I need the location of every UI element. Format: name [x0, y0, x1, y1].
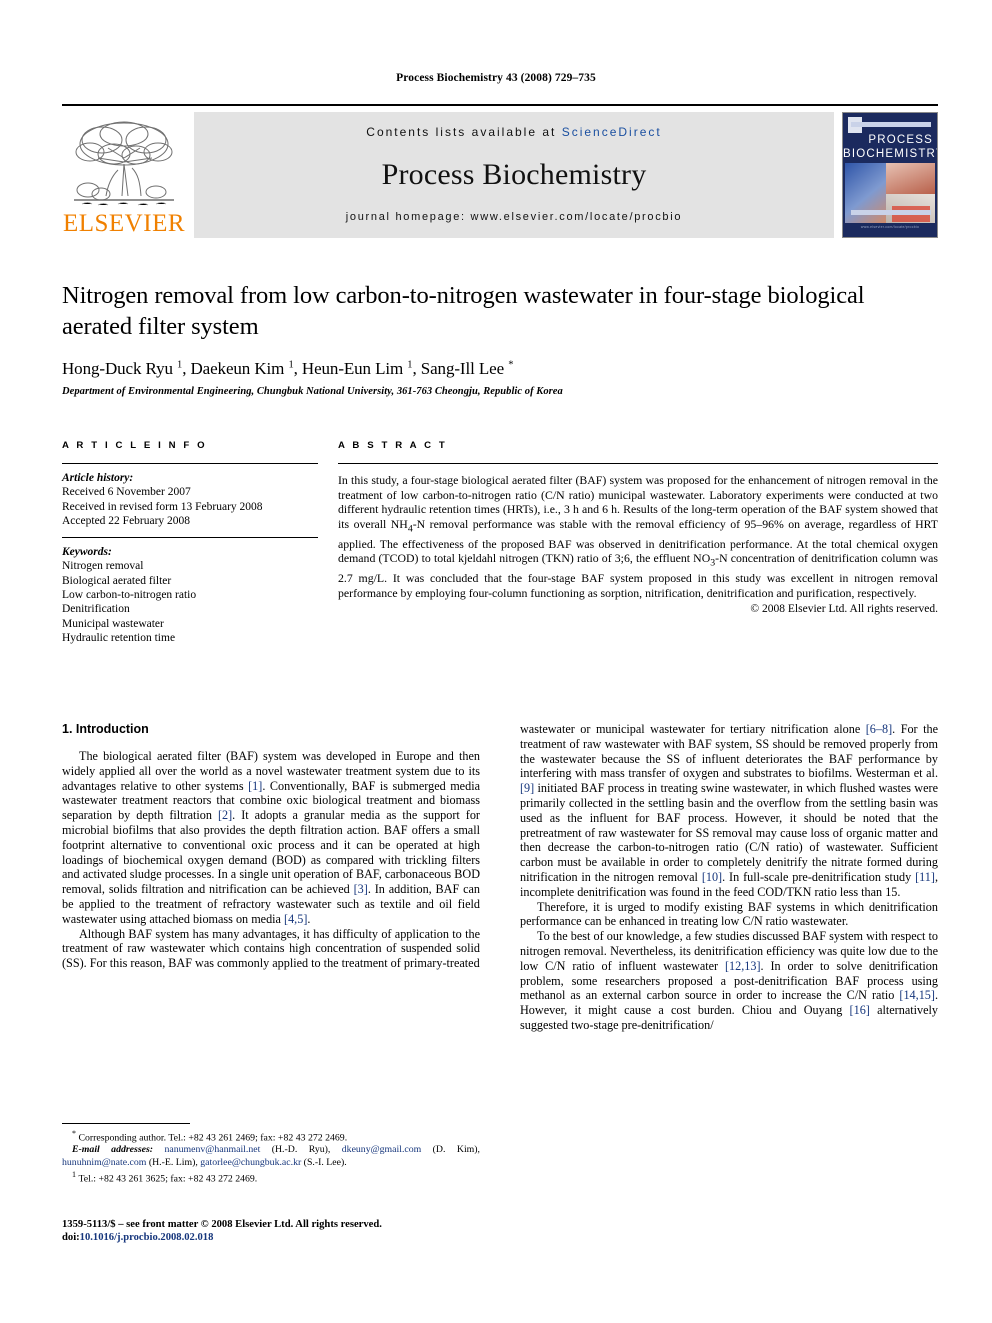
- footnote-emails: E-mail addresses: nanumenv@hanmail.net (…: [62, 1144, 480, 1168]
- sciencedirect-link[interactable]: ScienceDirect: [562, 125, 662, 139]
- journal-title: Process Biochemistry: [381, 158, 647, 191]
- cover-bar-bottom: [851, 210, 931, 215]
- elsevier-wordmark: ELSEVIER: [62, 210, 186, 237]
- title-block: Nitrogen removal from low carbon-to-nitr…: [62, 280, 938, 397]
- section-title-introduction: 1. Introduction: [62, 722, 149, 736]
- body-paragraph: The biological aerated filter (BAF) syst…: [62, 749, 481, 926]
- body-paragraph: Although BAF system has many advantages,…: [62, 926, 480, 971]
- frontmatter-block: 1359-5113/$ – see front matter © 2008 El…: [62, 1218, 582, 1245]
- body-column-right: wastewater or municipal wastewater for t…: [520, 722, 938, 1033]
- cover-title-line1: PROCESS: [868, 134, 933, 146]
- elsevier-tree-icon: [74, 121, 174, 206]
- abstract-column: A B S T R A C T In this study, a four-st…: [338, 440, 938, 654]
- footnote-rule: [62, 1123, 190, 1124]
- contents-prefix: Contents lists available at: [366, 125, 562, 139]
- abstract-text: In this study, a four-stage biological a…: [338, 473, 938, 600]
- body-paragraph: To the best of our knowledge, a few stud…: [520, 929, 938, 1032]
- contents-available-line: Contents lists available at ScienceDirec…: [366, 125, 661, 139]
- article-info-column: A R T I C L E I N F O Article history: R…: [62, 440, 318, 654]
- journal-homepage-link[interactable]: journal homepage: www.elsevier.com/locat…: [346, 211, 682, 223]
- abstract-copyright: © 2008 Elsevier Ltd. All rights reserved…: [750, 603, 938, 616]
- cover-footer-text: www.elsevier.com/locate/procbio: [860, 225, 920, 229]
- masthead-center: Contents lists available at ScienceDirec…: [194, 112, 834, 238]
- article-history-group: Article history: Received 6 November 200…: [62, 464, 318, 537]
- body-column-left: 1. Introduction The biological aerated f…: [62, 722, 480, 1033]
- footnote-block: * Corresponding author. Tel.: +82 43 261…: [62, 1123, 480, 1185]
- journal-cover-thumbnail: PROCESS BIOCHEMISTRY www.elsevier.com/lo…: [842, 112, 938, 238]
- abstract-label: A B S T R A C T: [338, 440, 448, 451]
- article-history-item: Received 6 November 2007: [62, 486, 191, 499]
- body-columns: 1. Introduction The biological aerated f…: [62, 722, 938, 1033]
- paper-page: Process Biochemistry 43 (2008) 729–735 E…: [0, 0, 992, 1323]
- article-history-item: Received in revised form 13 February 200…: [62, 500, 263, 513]
- cover-bar-top: [851, 122, 931, 127]
- keyword-item: Municipal wastewater: [62, 617, 164, 630]
- cover-title-line2: BIOCHEMISTRY: [843, 148, 938, 160]
- body-paragraph: wastewater or municipal wastewater for t…: [520, 722, 938, 899]
- body-paragraph: Therefore, it is urged to modify existin…: [520, 899, 938, 929]
- doi-line: doi:10.1016/j.procbio.2008.02.018: [62, 1231, 582, 1244]
- doi-link[interactable]: 10.1016/j.procbio.2008.02.018: [80, 1232, 214, 1243]
- keyword-item: Low carbon-to-nitrogen ratio: [62, 589, 197, 602]
- footnote-corresponding-author: * Corresponding author. Tel.: +82 43 261…: [72, 1129, 348, 1144]
- running-head: Process Biochemistry 43 (2008) 729–735: [396, 72, 596, 84]
- keyword-item: Denitrification: [62, 603, 130, 616]
- issn-copyright-line: 1359-5113/$ – see front matter © 2008 El…: [62, 1219, 382, 1230]
- doi-prefix: doi:: [62, 1232, 80, 1244]
- article-history-item: Accepted 22 February 2008: [62, 514, 191, 527]
- keywords-group: Keywords: Nitrogen removal Biological ae…: [62, 538, 318, 654]
- keyword-item: Hydraulic retention time: [62, 631, 176, 644]
- body-column-gap: [480, 722, 520, 1033]
- author-list: Hong-Duck Ryu 1, Daekeun Kim 1, Heun-Eun…: [62, 359, 514, 378]
- keyword-item: Biological aerated filter: [62, 574, 172, 587]
- column-gap: [318, 440, 338, 654]
- info-abstract-region: A R T I C L E I N F O Article history: R…: [62, 440, 938, 654]
- keywords-heading: Keywords:: [62, 546, 112, 559]
- affiliation: Department of Environmental Engineering,…: [62, 386, 563, 397]
- article-info-label: A R T I C L E I N F O: [62, 440, 208, 451]
- elsevier-logo: ELSEVIER: [62, 112, 186, 238]
- journal-masthead: ELSEVIER Contents lists available at Sci…: [62, 104, 938, 238]
- keyword-item: Nitrogen removal: [62, 560, 144, 573]
- article-history-heading: Article history:: [62, 472, 134, 484]
- page-title: Nitrogen removal from low carbon-to-nitr…: [62, 282, 865, 340]
- cover-title: PROCESS BIOCHEMISTRY: [843, 133, 938, 161]
- footnote-telephone: 1 Tel.: +82 43 261 3625; fax: +82 43 272…: [72, 1169, 258, 1185]
